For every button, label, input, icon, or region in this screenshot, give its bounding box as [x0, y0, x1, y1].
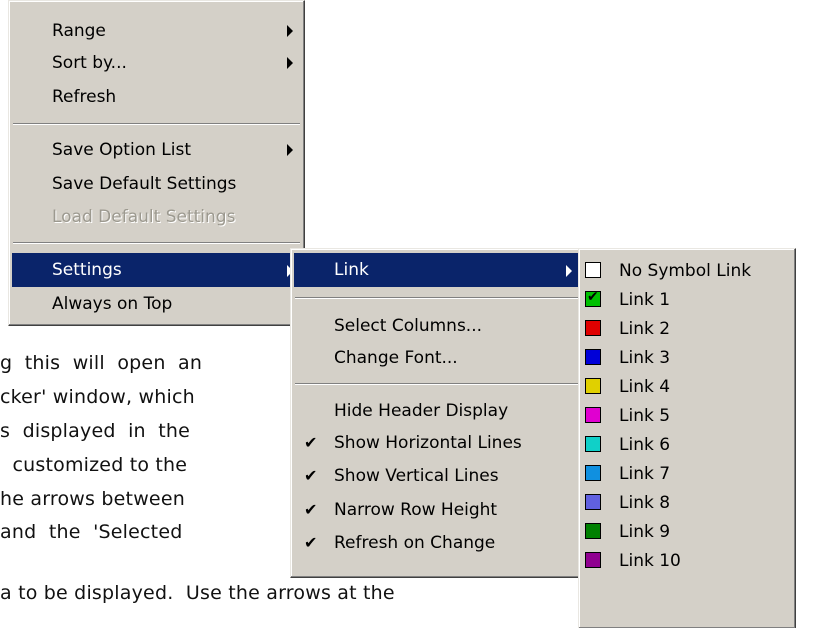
- color-swatch: [585, 262, 601, 278]
- chevron-right-icon: [287, 144, 293, 156]
- link-item-1[interactable]: ✔ Link 1: [579, 285, 795, 315]
- menu-item-link[interactable]: Link: [294, 253, 580, 287]
- link-item-8[interactable]: Link 8: [579, 488, 795, 518]
- doc-text-line-6: and the 'Selected: [0, 521, 183, 543]
- menu-separator: [295, 297, 579, 299]
- doc-text-line-7: a to be displayed. Use the arrows at the: [0, 582, 395, 604]
- doc-text-line-2: cker' window, which: [0, 386, 195, 408]
- checkmark-icon: ✔: [304, 466, 318, 485]
- doc-text-line-4: customized to the: [0, 454, 188, 476]
- menu-item-label: Sort by...: [52, 53, 127, 73]
- menu-item-label: Hide Header Display: [334, 401, 509, 421]
- link-item-4[interactable]: Link 4: [579, 372, 795, 402]
- color-swatch: [585, 378, 601, 394]
- menu-item-label: Settings: [52, 260, 122, 280]
- menu-item-label: Change Font...: [334, 348, 458, 368]
- menu-item-narrow-row-height[interactable]: ✔ Narrow Row Height: [294, 492, 580, 528]
- checkmark-icon: ✔: [587, 289, 599, 305]
- color-swatch: [585, 494, 601, 510]
- menu-item-settings[interactable]: Settings: [12, 253, 301, 287]
- color-swatch: [585, 320, 601, 336]
- link-item-label: Link 1: [619, 290, 671, 310]
- link-item-label: Link 6: [619, 435, 671, 455]
- menu-item-label: Link: [334, 260, 369, 280]
- menu-item-label: Select Columns...: [334, 316, 483, 336]
- link-item-label: Link 9: [619, 522, 671, 542]
- chevron-right-icon: [287, 25, 293, 37]
- doc-text-line-3: s displayed in the: [0, 420, 191, 442]
- chevron-right-icon: [287, 57, 293, 69]
- menu-item-show-vertical-lines[interactable]: ✔ Show Vertical Lines: [294, 458, 580, 494]
- link-item-label: Link 5: [619, 406, 671, 426]
- menu-item-label: Refresh: [52, 87, 117, 107]
- menu-item-label: Show Horizontal Lines: [334, 433, 522, 453]
- doc-text-line-5: he arrows between: [0, 488, 185, 510]
- link-item-label: Link 3: [619, 348, 671, 368]
- color-swatch: ✔: [585, 289, 601, 307]
- link-item-5[interactable]: Link 5: [579, 401, 795, 431]
- menu-item-label: Refresh on Change: [334, 533, 496, 553]
- menu-item-hide-header-display[interactable]: Hide Header Display: [294, 393, 580, 429]
- menu-item-label: Load Default Settings: [52, 207, 236, 227]
- link-item-2[interactable]: Link 2: [579, 314, 795, 344]
- color-swatch: [585, 523, 601, 539]
- link-item-7[interactable]: Link 7: [579, 459, 795, 489]
- doc-text-line-1: g this will open an: [0, 352, 203, 374]
- link-item-9[interactable]: Link 9: [579, 517, 795, 547]
- checkmark-icon: ✔: [304, 533, 318, 552]
- menu-item-always-on-top[interactable]: Always on Top: [12, 286, 301, 322]
- menu-item-label: Show Vertical Lines: [334, 466, 499, 486]
- color-swatch: [585, 436, 601, 452]
- settings-submenu: Link Select Columns... Change Font... Hi…: [290, 248, 584, 578]
- menu-item-refresh-on-change[interactable]: ✔ Refresh on Change: [294, 525, 580, 561]
- menu-item-select-columns[interactable]: Select Columns...: [294, 308, 580, 344]
- menu-item-sort-by[interactable]: Sort by...: [12, 45, 301, 81]
- color-swatch: [585, 407, 601, 423]
- link-item-label: Link 10: [619, 551, 681, 571]
- menu-item-save-option-list[interactable]: Save Option List: [12, 132, 301, 168]
- link-item-6[interactable]: Link 6: [579, 430, 795, 460]
- color-swatch: [585, 552, 601, 568]
- menu-item-label: Narrow Row Height: [334, 500, 498, 520]
- menu-item-label: Range: [52, 21, 106, 41]
- link-item-10[interactable]: Link 10: [579, 546, 795, 576]
- menu-item-save-default-settings[interactable]: Save Default Settings: [12, 166, 301, 202]
- link-item-label: Link 7: [619, 464, 671, 484]
- link-item-label: Link 8: [619, 493, 671, 513]
- menu-item-label: Save Default Settings: [52, 174, 237, 194]
- menu-item-show-horizontal-lines[interactable]: ✔ Show Horizontal Lines: [294, 425, 580, 461]
- link-item-label: No Symbol Link: [619, 261, 752, 281]
- menu-item-refresh[interactable]: Refresh: [12, 79, 301, 115]
- link-submenu: No Symbol Link ✔ Link 1 Link 2 Link 3 Li…: [578, 248, 796, 628]
- checkmark-icon: ✔: [304, 500, 318, 519]
- link-item-3[interactable]: Link 3: [579, 343, 795, 373]
- menu-item-load-default-settings: Load Default Settings: [12, 199, 301, 235]
- link-item-label: Link 2: [619, 319, 671, 339]
- context-menu: Range Sort by... Refresh Save Option Lis…: [8, 0, 305, 326]
- menu-item-label: Always on Top: [52, 294, 173, 314]
- menu-item-label: Save Option List: [52, 140, 191, 160]
- menu-separator: [13, 242, 300, 244]
- menu-item-range[interactable]: Range: [12, 13, 301, 49]
- checkmark-icon: ✔: [304, 433, 318, 452]
- color-swatch: [585, 349, 601, 365]
- color-swatch: [585, 465, 601, 481]
- menu-separator: [13, 123, 300, 125]
- link-item-label: Link 4: [619, 377, 671, 397]
- chevron-right-icon: [566, 265, 572, 277]
- link-item-no-symbol[interactable]: No Symbol Link: [579, 256, 795, 286]
- menu-item-change-font[interactable]: Change Font...: [294, 340, 580, 376]
- menu-separator: [295, 383, 579, 385]
